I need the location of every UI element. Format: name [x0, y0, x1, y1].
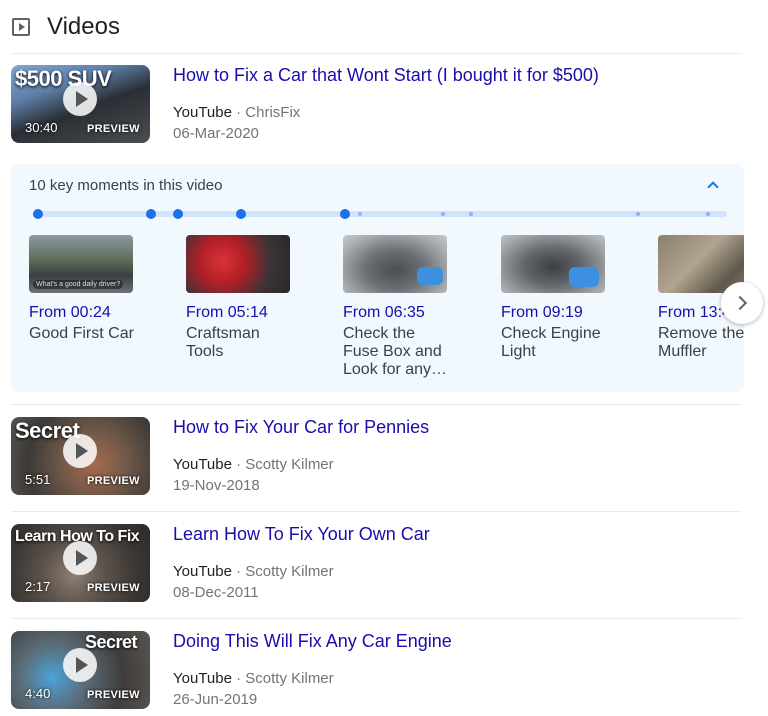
moment-label: Remove the Muffler — [658, 325, 744, 360]
chevron-right-icon[interactable] — [721, 282, 763, 324]
video-title-link[interactable]: How to Fix Your Car for Pennies — [173, 417, 429, 438]
timeline-marker[interactable] — [33, 209, 43, 219]
video-thumbnail[interactable]: Learn How To Fix 2:17 PREVIEW — [11, 524, 150, 602]
key-moment[interactable]: From 05:14 Craftsman Tools — [186, 235, 331, 361]
video-source: YouTube — [173, 563, 232, 580]
key-moment[interactable]: From 06:35 Check the Fuse Box and Look f… — [343, 235, 488, 379]
video-result: Secret 4:40 PREVIEW Doing This Will Fix … — [11, 631, 744, 711]
play-icon[interactable] — [63, 434, 97, 468]
moment-timestamp[interactable]: From 05:14 — [186, 304, 331, 322]
video-duration: 2:17 — [25, 579, 51, 594]
divider — [11, 511, 742, 512]
key-moment[interactable]: From 09:19 Check Engine Light — [501, 235, 646, 361]
preview-label: PREVIEW — [87, 689, 140, 701]
moment-thumbnail[interactable] — [186, 235, 290, 293]
moments-timeline[interactable] — [33, 209, 727, 219]
timeline-marker[interactable] — [358, 212, 362, 216]
key-moment[interactable]: What's a good daily driver? From 00:24 G… — [29, 235, 174, 343]
video-meta: YouTube · Scotty Kilmer — [173, 670, 334, 687]
meta-separator: · — [231, 104, 246, 121]
video-thumbnail[interactable]: Secret 5:51 PREVIEW — [11, 417, 150, 495]
video-result: $500 SUV 30:40 PREVIEW How to Fix a Car … — [11, 65, 744, 145]
timeline-marker[interactable] — [173, 209, 183, 219]
video-author: ChrisFix — [245, 104, 301, 121]
video-date: 19-Nov-2018 — [173, 477, 260, 494]
timeline-marker[interactable] — [706, 212, 710, 216]
moment-thumbnail-caption: What's a good daily driver? — [33, 280, 124, 289]
video-date: 26-Jun-2019 — [173, 691, 258, 708]
moment-label: Good First Car — [29, 325, 134, 342]
video-meta: YouTube · Scotty Kilmer — [173, 456, 334, 473]
timeline-marker[interactable] — [469, 212, 473, 216]
key-moments-panel: 10 key moments in this video What's a go… — [11, 164, 744, 392]
video-source: YouTube — [173, 104, 232, 121]
moment-timestamp[interactable]: From 06:35 — [343, 304, 488, 322]
video-duration: 30:40 — [25, 120, 58, 135]
meta-separator: · — [231, 563, 246, 580]
moment-label: Check the Fuse Box and Look for any… — [343, 325, 448, 378]
moment-label: Craftsman Tools — [186, 325, 260, 360]
divider — [11, 53, 742, 54]
thumbnail-text: $500 SUV — [15, 66, 112, 91]
thumbnail-text: Secret — [85, 632, 138, 652]
video-date: 08-Dec-2011 — [173, 584, 259, 601]
meta-separator: · — [231, 670, 246, 687]
timeline-marker[interactable] — [340, 209, 350, 219]
video-duration: 4:40 — [25, 686, 51, 701]
timeline-marker[interactable] — [441, 212, 445, 216]
video-thumbnail[interactable]: $500 SUV 30:40 PREVIEW — [11, 65, 150, 143]
moment-thumbnail[interactable]: What's a good daily driver? — [29, 235, 133, 293]
moment-label: Check Engine Light — [501, 325, 601, 360]
play-icon[interactable] — [63, 541, 97, 575]
video-source: YouTube — [173, 456, 232, 473]
video-title-link[interactable]: Learn How To Fix Your Own Car — [173, 524, 430, 545]
video-author: Scotty Kilmer — [245, 563, 334, 580]
video-author: Scotty Kilmer — [245, 670, 334, 687]
video-thumbnail[interactable]: Secret 4:40 PREVIEW — [11, 631, 150, 709]
video-duration: 5:51 — [25, 472, 51, 487]
play-icon[interactable] — [63, 648, 97, 682]
moment-timestamp[interactable]: From 09:19 — [501, 304, 646, 322]
key-moments-title: 10 key moments in this video — [29, 177, 223, 194]
video-date: 06-Mar-2020 — [173, 125, 259, 142]
timeline-marker[interactable] — [236, 209, 246, 219]
video-icon — [12, 18, 30, 36]
video-author: Scotty Kilmer — [245, 456, 334, 473]
preview-label: PREVIEW — [87, 475, 140, 487]
moment-thumbnail[interactable] — [343, 235, 447, 293]
video-meta: YouTube · ChrisFix — [173, 104, 300, 121]
timeline-marker[interactable] — [146, 209, 156, 219]
video-title-link[interactable]: How to Fix a Car that Wont Start (I boug… — [173, 65, 599, 86]
video-meta: YouTube · Scotty Kilmer — [173, 563, 334, 580]
timeline-marker[interactable] — [636, 212, 640, 216]
preview-label: PREVIEW — [87, 123, 140, 135]
videos-header: Videos — [12, 12, 120, 42]
video-result: Secret 5:51 PREVIEW How to Fix Your Car … — [11, 417, 744, 497]
play-icon[interactable] — [63, 82, 97, 116]
video-result: Learn How To Fix 2:17 PREVIEW Learn How … — [11, 524, 744, 604]
moment-timestamp[interactable]: From 00:24 — [29, 304, 174, 322]
divider — [11, 618, 742, 619]
preview-label: PREVIEW — [87, 582, 140, 594]
chevron-up-icon[interactable] — [706, 178, 720, 192]
moment-thumbnail[interactable] — [501, 235, 605, 293]
section-title: Videos — [47, 13, 120, 40]
video-title-link[interactable]: Doing This Will Fix Any Car Engine — [173, 631, 452, 652]
meta-separator: · — [231, 456, 246, 473]
divider — [11, 404, 742, 405]
video-source: YouTube — [173, 670, 232, 687]
